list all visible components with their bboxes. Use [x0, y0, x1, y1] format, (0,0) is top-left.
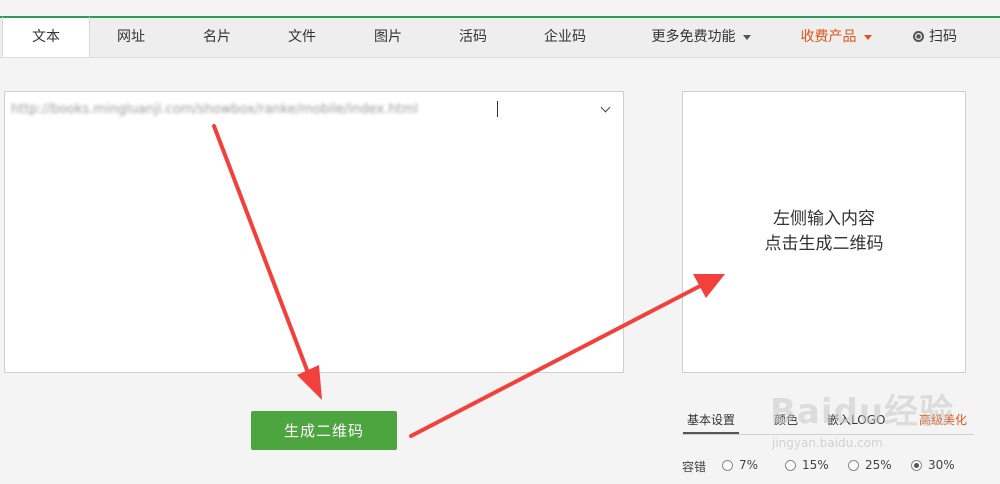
tab-label: 收费产品: [800, 29, 857, 45]
tab-more-free-features[interactable]: 更多免费功能: [645, 18, 757, 57]
settings-tab-bar: 基本设置 颜色 嵌入LOGO 高级美化: [682, 404, 974, 435]
tab-label: 网址: [117, 29, 145, 45]
tab-live-code[interactable]: 活码: [442, 18, 504, 57]
chevron-down-icon[interactable]: [600, 102, 611, 113]
radio-icon: [785, 459, 796, 471]
tab-color[interactable]: 颜色: [774, 411, 798, 428]
textarea-value: http://books.mingluanji.com/showbox/rank…: [11, 102, 418, 117]
tab-label: 文件: [288, 29, 316, 45]
qrcode-preview-panel: 左侧输入内容 点击生成二维码: [682, 91, 966, 373]
tolerance-option-7[interactable]: 7%: [722, 458, 758, 472]
generate-qrcode-button[interactable]: 生成二维码: [251, 411, 397, 450]
tab-image[interactable]: 图片: [357, 18, 419, 57]
watermark-url: jingyan.baidu.com: [772, 436, 883, 450]
tab-scan[interactable]: 扫码: [905, 18, 965, 57]
content-textarea[interactable]: http://books.mingluanji.com/showbox/rank…: [4, 91, 624, 373]
caret-down-icon: [863, 34, 872, 40]
option-label: 15%: [802, 458, 829, 472]
tolerance-option-15[interactable]: 15%: [785, 458, 829, 472]
tab-label: 活码: [459, 29, 487, 45]
tab-label: 图片: [374, 29, 402, 45]
tab-url[interactable]: 网址: [100, 18, 162, 57]
tolerance-option-25[interactable]: 25%: [848, 458, 892, 472]
tab-enterprise-code[interactable]: 企业码: [532, 18, 598, 57]
text-cursor: [497, 101, 498, 117]
scan-icon: [913, 31, 924, 42]
tab-basic-settings[interactable]: 基本设置: [682, 411, 740, 434]
preview-hint-line2: 点击生成二维码: [764, 234, 884, 254]
tab-paid-products[interactable]: 收费产品: [793, 18, 879, 57]
tolerance-option-30[interactable]: 30%: [911, 458, 955, 472]
radio-checked-icon: [911, 459, 922, 471]
caret-down-icon: [742, 34, 751, 40]
tab-label: 名片: [203, 29, 231, 45]
tab-label: 扫码: [929, 29, 957, 45]
tab-text[interactable]: 文本: [2, 16, 90, 57]
tab-advanced-beautify[interactable]: 高级美化: [919, 411, 967, 428]
preview-hint-line1: 左侧输入内容: [773, 209, 875, 229]
option-label: 25%: [865, 458, 892, 472]
radio-icon: [848, 459, 859, 471]
option-label: 30%: [928, 458, 955, 472]
tab-label: 企业码: [544, 29, 586, 45]
tab-embed-logo[interactable]: 嵌入LOGO: [827, 411, 885, 428]
option-label: 7%: [739, 458, 759, 472]
tab-label: 文本: [32, 29, 60, 45]
type-tab-bar: 文本 网址 名片 文件 图片 活码 企业码 更多免费功能 收费产品 扫码: [0, 16, 1000, 58]
tab-file[interactable]: 文件: [271, 18, 333, 57]
tab-label: 更多免费功能: [651, 29, 736, 45]
tab-business-card[interactable]: 名片: [186, 18, 248, 57]
tolerance-label: 容错: [682, 460, 707, 474]
radio-icon: [722, 459, 733, 471]
